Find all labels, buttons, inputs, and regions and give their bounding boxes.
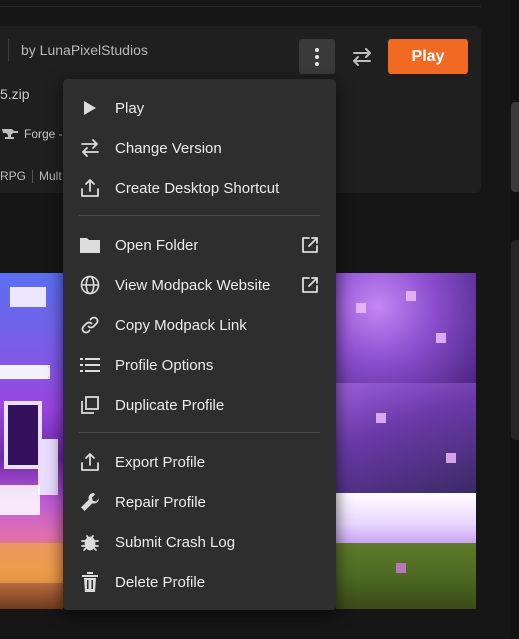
loader-info: Forge - bbox=[2, 127, 63, 141]
external-link-icon bbox=[301, 236, 319, 254]
menu-item-open-folder[interactable]: Open Folder bbox=[63, 225, 336, 265]
menu-item-label: Create Desktop Shortcut bbox=[115, 179, 280, 197]
share-upload-icon bbox=[79, 177, 101, 199]
menu-item-submit-crash-log[interactable]: Submit Crash Log bbox=[63, 522, 336, 562]
export-icon bbox=[79, 451, 101, 473]
menu-item-label: Open Folder bbox=[115, 236, 199, 254]
kebab-icon bbox=[315, 47, 319, 66]
swap-arrows-icon bbox=[353, 48, 371, 66]
menu-item-duplicate-profile[interactable]: Duplicate Profile bbox=[63, 385, 336, 425]
menu-item-delete-profile[interactable]: Delete Profile bbox=[63, 562, 336, 602]
wrench-icon bbox=[79, 491, 101, 513]
menu-item-label: Change Version bbox=[115, 139, 222, 157]
tag-label: RPG bbox=[0, 169, 27, 183]
globe-icon bbox=[79, 274, 101, 296]
duplicate-icon bbox=[79, 394, 101, 416]
menu-item-repair-profile[interactable]: Repair Profile bbox=[63, 482, 336, 522]
menu-item-view-modpack-website[interactable]: View Modpack Website bbox=[63, 265, 336, 305]
menu-item-label: Profile Options bbox=[115, 356, 214, 374]
menu-item-create-desktop-shortcut[interactable]: Create Desktop Shortcut bbox=[63, 168, 336, 208]
author-label: by LunaPixelStudios bbox=[21, 42, 148, 58]
scrollbar-thumb[interactable] bbox=[511, 102, 519, 192]
tag-separator bbox=[32, 169, 34, 183]
modpack-banner-left bbox=[0, 273, 63, 609]
swap-arrows-icon bbox=[79, 137, 101, 159]
menu-item-label: Copy Modpack Link bbox=[115, 316, 247, 334]
profile-context-menu: Play Change Version Create Desktop Short… bbox=[63, 79, 336, 610]
menu-item-export-profile[interactable]: Export Profile bbox=[63, 442, 336, 482]
header-separator bbox=[8, 39, 9, 61]
menu-item-profile-options[interactable]: Profile Options bbox=[63, 345, 336, 385]
menu-item-label: View Modpack Website bbox=[115, 276, 271, 294]
menu-divider bbox=[79, 432, 320, 433]
loader-label: Forge - bbox=[24, 127, 63, 141]
anvil-icon bbox=[2, 129, 18, 139]
play-button[interactable]: Play bbox=[388, 39, 468, 74]
change-version-button[interactable] bbox=[349, 45, 375, 69]
list-icon bbox=[79, 354, 101, 376]
menu-item-label: Repair Profile bbox=[115, 493, 206, 511]
file-name-label: 5.zip bbox=[0, 86, 30, 102]
menu-item-label: Delete Profile bbox=[115, 573, 206, 591]
play-icon bbox=[79, 97, 101, 119]
top-divider bbox=[0, 6, 481, 7]
menu-divider bbox=[79, 215, 320, 216]
menu-item-label: Submit Crash Log bbox=[115, 533, 236, 551]
trash-icon bbox=[79, 571, 101, 593]
tag-label: Mult bbox=[39, 169, 62, 183]
tags-row: RPG Mult bbox=[0, 169, 62, 183]
menu-item-label: Export Profile bbox=[115, 453, 206, 471]
menu-item-play[interactable]: Play bbox=[63, 88, 336, 128]
link-icon bbox=[79, 314, 101, 336]
menu-item-copy-modpack-link[interactable]: Copy Modpack Link bbox=[63, 305, 336, 345]
modpack-banner-right bbox=[336, 273, 476, 609]
more-options-button[interactable] bbox=[299, 39, 335, 74]
bug-icon bbox=[79, 531, 101, 553]
menu-item-label: Play bbox=[115, 99, 145, 117]
folder-icon bbox=[79, 234, 101, 256]
menu-item-label: Duplicate Profile bbox=[115, 396, 225, 414]
scrollbar-track-segment bbox=[511, 240, 519, 440]
menu-item-change-version[interactable]: Change Version bbox=[63, 128, 336, 168]
external-link-icon bbox=[301, 276, 319, 294]
